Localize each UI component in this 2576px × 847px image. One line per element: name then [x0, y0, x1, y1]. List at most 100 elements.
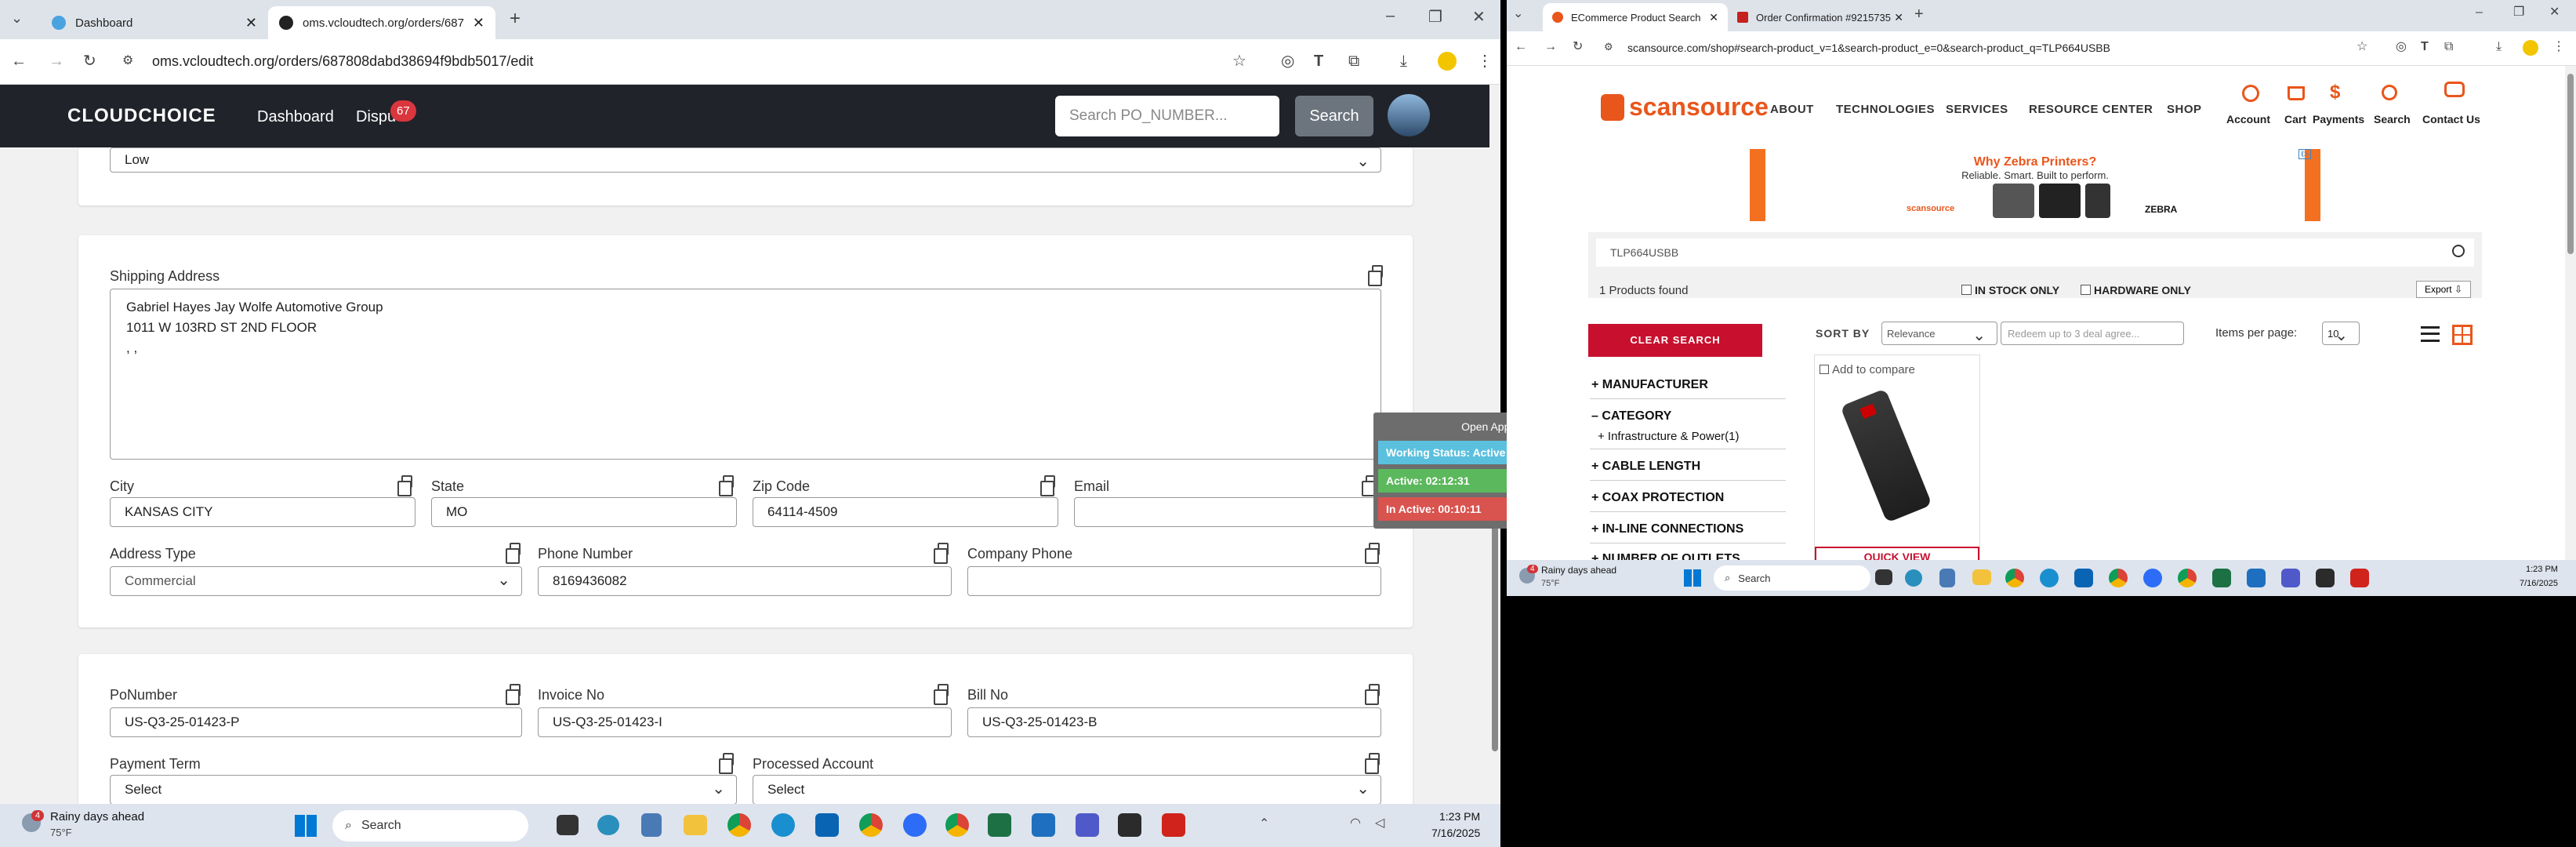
excel-icon[interactable]: [988, 813, 1011, 837]
tab-ecommerce-search[interactable]: ECommerce Product Search ✕: [1543, 3, 1728, 31]
address-type-select[interactable]: Commercial: [110, 566, 522, 596]
tray-chevron-icon[interactable]: ⌃: [1259, 818, 1269, 831]
search-icon[interactable]: [2452, 245, 2465, 257]
ad-choices-icon[interactable]: i▷: [2298, 149, 2311, 159]
copy-icon[interactable]: [719, 753, 734, 774]
in-stock-checkbox[interactable]: [1961, 285, 1972, 295]
url-field[interactable]: scansource.com/shop#search-product_v=1&s…: [1627, 42, 2110, 54]
compare-label[interactable]: Add to compare: [1832, 363, 1915, 376]
facet-in-line-connections[interactable]: + IN-LINE CONNECTIONS: [1591, 522, 1743, 536]
po-search-input[interactable]: Search PO_NUMBER...: [1055, 96, 1279, 136]
translate-icon[interactable]: ◎: [1281, 53, 1294, 69]
volume-icon[interactable]: ◁: [1375, 817, 1384, 830]
scrollbar-thumb[interactable]: [2567, 74, 2574, 254]
copy-icon[interactable]: [934, 543, 949, 564]
nav-resource-center[interactable]: RESOURCE CENTER: [2029, 103, 2153, 116]
acrobat-icon[interactable]: [1162, 813, 1185, 837]
back-icon[interactable]: ←: [11, 53, 27, 69]
wifi-icon[interactable]: ◠: [1350, 817, 1361, 830]
payments-icon[interactable]: $: [2330, 82, 2340, 104]
download-icon[interactable]: ⤓: [2496, 41, 2502, 53]
close-tab-icon[interactable]: ✕: [245, 15, 257, 31]
minimize-icon[interactable]: –: [2476, 6, 2483, 19]
right-page-scrollbar[interactable]: [2565, 66, 2576, 560]
forward-icon[interactable]: →: [49, 53, 64, 69]
facet-manufacturer[interactable]: + MANUFACTURER: [1591, 378, 1708, 392]
folder-icon[interactable]: [1972, 569, 1991, 585]
grid-view-icon[interactable]: [2452, 325, 2473, 345]
profile-icon[interactable]: [2523, 40, 2538, 56]
tab-list-icon[interactable]: ⌄: [1513, 8, 1523, 20]
copy-icon[interactable]: [506, 543, 521, 564]
power-strip-image[interactable]: [1840, 388, 1932, 523]
po-number-field[interactable]: US-Q3-25-01423-P: [110, 707, 522, 737]
sort-select[interactable]: Relevance: [1881, 322, 1997, 345]
site-info-icon[interactable]: ⚙: [122, 55, 133, 67]
export-button[interactable]: Export ⇩: [2416, 281, 2471, 298]
app-icon[interactable]: [1118, 813, 1141, 837]
close-window-icon[interactable]: ✕: [1472, 9, 1486, 25]
tab-dashboard[interactable]: Dashboard ✕: [41, 6, 268, 39]
deal-input[interactable]: Redeem up to 3 deal agree...: [2001, 322, 2184, 345]
compare-checkbox[interactable]: [1820, 365, 1829, 374]
cloudchoice-logo[interactable]: CLOUDCHOICE: [67, 105, 216, 127]
weather-text[interactable]: Rainy days ahead: [50, 810, 144, 823]
search-icon[interactable]: [2382, 85, 2397, 100]
app-icon[interactable]: [2316, 569, 2335, 587]
processed-account-select[interactable]: Select: [753, 775, 1381, 804]
facet-coax-protection[interactable]: + COAX PROTECTION: [1591, 491, 1724, 505]
explorer-icon[interactable]: [1875, 569, 1892, 585]
edge-icon[interactable]: [771, 813, 795, 837]
teams-icon[interactable]: [2281, 569, 2300, 587]
calculator-icon[interactable]: [1939, 569, 1955, 587]
menu-icon[interactable]: ⋮: [2552, 41, 2565, 53]
windows-start-icon[interactable]: [295, 815, 317, 837]
state-field[interactable]: MO: [431, 497, 737, 527]
translate-icon[interactable]: ◎: [2396, 41, 2407, 53]
close-tab-icon[interactable]: ✕: [473, 15, 484, 31]
tab-list-icon[interactable]: ⌄: [11, 11, 23, 25]
user-avatar[interactable]: [1388, 94, 1430, 136]
menu-icon[interactable]: ⋮: [1477, 53, 1493, 69]
zoom-icon[interactable]: [903, 813, 927, 837]
new-tab-icon[interactable]: +: [1914, 6, 1924, 22]
clock-date[interactable]: 7/16/2025: [1431, 827, 1480, 839]
cart-label[interactable]: Cart: [2284, 113, 2306, 125]
payment-term-select[interactable]: Select: [110, 775, 737, 804]
copy-icon[interactable]: [1040, 475, 1055, 496]
copy-icon[interactable]: [506, 684, 521, 705]
zebra-banner[interactable]: Why Zebra Printers? Reliable. Smart. Bui…: [1750, 149, 2320, 221]
chrome-icon[interactable]: [727, 813, 751, 837]
chrome-icon[interactable]: [859, 813, 883, 837]
restore-icon[interactable]: ❐: [2513, 6, 2524, 19]
outlook-icon[interactable]: [2074, 569, 2093, 587]
copy-icon[interactable]: [1365, 543, 1380, 564]
folder-icon[interactable]: [684, 815, 707, 835]
close-window-icon[interactable]: ✕: [2549, 6, 2560, 19]
copy-icon[interactable]: [1368, 265, 1383, 286]
profile-icon[interactable]: [1438, 52, 1457, 71]
reader-icon[interactable]: T: [1314, 53, 1323, 69]
chrome-icon[interactable]: [2109, 569, 2128, 587]
explorer-icon[interactable]: [557, 815, 579, 835]
clear-search-button[interactable]: CLEAR SEARCH: [1588, 324, 1762, 357]
outlook-icon[interactable]: [815, 813, 839, 837]
quick-view-button[interactable]: QUICK VIEW: [1815, 547, 1979, 560]
tab-order-confirmation[interactable]: Order Confirmation #9215735 ✕: [1728, 3, 1913, 31]
in-stock-label[interactable]: IN STOCK ONLY: [1975, 284, 2059, 296]
chrome-icon[interactable]: [2005, 569, 2024, 587]
items-per-page-select[interactable]: 10: [2322, 322, 2360, 345]
facet-number-of-outlets[interactable]: + NUMBER OF OUTLETS: [1591, 552, 1740, 560]
phone-field[interactable]: 8169436082: [538, 566, 952, 596]
snip-icon[interactable]: [1032, 813, 1055, 837]
clock-date[interactable]: 7/16/2025: [2520, 579, 2558, 588]
nav-dashboard[interactable]: Dashboard: [257, 108, 334, 126]
copy-icon[interactable]: [719, 475, 734, 496]
scansource-logo[interactable]: scansource: [1601, 93, 1769, 122]
hardware-checkbox[interactable]: [2081, 285, 2091, 295]
chrome-icon[interactable]: [2178, 569, 2197, 587]
facet-infrastructure-power[interactable]: + Infrastructure & Power(1): [1598, 430, 1739, 443]
chrome-icon[interactable]: [945, 813, 969, 837]
nav-technologies[interactable]: TECHNOLOGIES: [1836, 103, 1935, 116]
teams-icon[interactable]: [1076, 813, 1099, 837]
